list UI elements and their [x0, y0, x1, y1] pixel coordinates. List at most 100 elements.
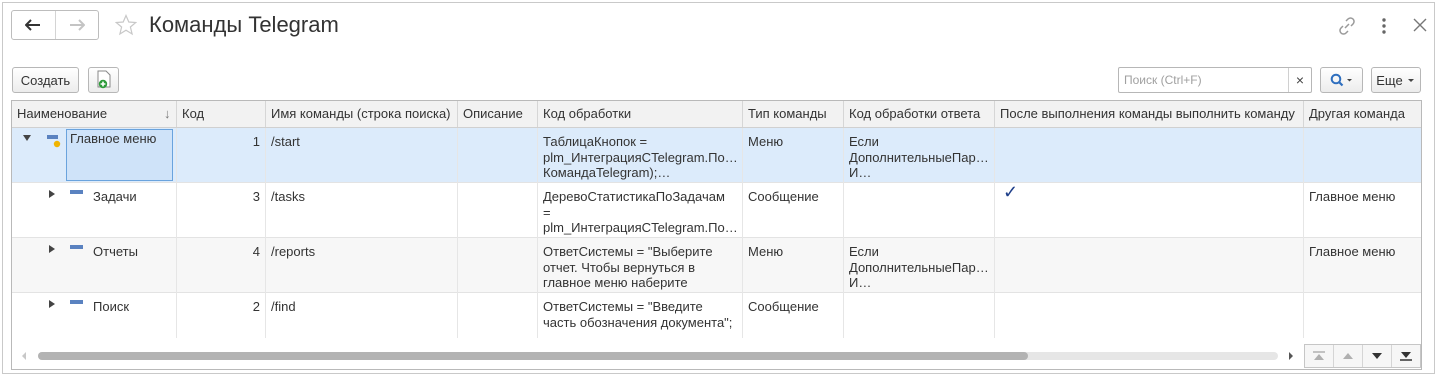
cell-name: Задачи — [12, 183, 177, 238]
favorite-star-icon[interactable] — [115, 14, 137, 36]
handler-line: ОтветСистемы = "Выберите — [543, 244, 713, 259]
table-row[interactable]: Отчеты 4 /reports ОтветСистемы = "Выбери… — [12, 238, 1421, 293]
cell-code: 4 — [177, 238, 266, 293]
page-title: Команды Telegram — [149, 12, 339, 37]
col-header-handler[interactable]: Код обработки — [538, 101, 743, 127]
cell-after — [995, 128, 1304, 183]
cell-description — [458, 183, 538, 238]
up-icon — [1343, 353, 1353, 359]
answer-line: Если — [849, 244, 879, 259]
scroll-left-icon[interactable] — [21, 351, 27, 361]
item-icon — [70, 300, 83, 304]
cell-name: Главное меню — [12, 128, 177, 183]
go-down-button[interactable] — [1362, 345, 1391, 367]
col-header-answer[interactable]: Код обработки ответа — [844, 101, 995, 127]
last-icon — [1400, 352, 1412, 361]
cell-handler: ДеревоСтатистикаПоЗадачам = plm_Интеграц… — [538, 183, 743, 238]
more-vertical-icon[interactable] — [1378, 17, 1390, 35]
col-header-after[interactable]: После выполнения команды выполнить коман… — [995, 101, 1304, 127]
forward-button[interactable] — [54, 11, 99, 39]
col-header-description[interactable]: Описание — [458, 101, 538, 127]
cell-answer — [844, 183, 995, 238]
table-row[interactable]: Поиск 2 /find ОтветСистемы = "Введите ча… — [12, 293, 1421, 338]
handler-line: отчет. Чтобы вернуться в — [543, 259, 695, 275]
cell-command: /tasks — [266, 183, 458, 238]
commands-table: Наименование ↓ Код Имя команды (строка по… — [11, 100, 1422, 370]
answer-line: И… — [849, 275, 872, 290]
search-icon — [1330, 73, 1352, 87]
handler-line: КомандаTelegram);… — [543, 165, 671, 180]
cell-handler: ОтветСистемы = "Введите часть обозначени… — [538, 293, 743, 338]
item-icon — [70, 245, 83, 249]
horizontal-scrollbar[interactable] — [38, 352, 1278, 360]
expand-arrow-icon[interactable] — [49, 300, 55, 308]
expand-arrow-icon[interactable] — [49, 190, 55, 198]
more-button[interactable]: Еще — [1371, 67, 1421, 93]
down-icon — [1372, 353, 1382, 359]
cell-after — [995, 238, 1304, 293]
sort-desc-icon: ↓ — [164, 106, 171, 121]
cell-other — [1304, 128, 1421, 183]
group-folder-icon — [47, 135, 61, 148]
cell-type: Сообщение — [743, 183, 844, 238]
cell-after — [995, 293, 1304, 338]
row-name: Главное меню — [70, 131, 157, 146]
answer-line: ДополнительныеПар… — [849, 259, 989, 275]
col-header-type[interactable]: Тип команды — [743, 101, 844, 127]
cell-command: /start — [266, 128, 458, 183]
col-header-command[interactable]: Имя команды (строка поиска) — [266, 101, 458, 127]
go-last-button[interactable] — [1391, 345, 1420, 367]
search-field[interactable]: × — [1118, 67, 1312, 93]
col-header-other[interactable]: Другая команда — [1304, 101, 1421, 127]
table-row[interactable]: Задачи 3 /tasks ДеревоСтатистикаПоЗадача… — [12, 183, 1421, 238]
cell-answer: Если ДополнительныеПар… И… — [844, 238, 995, 293]
search-input[interactable] — [1124, 72, 1284, 88]
cell-code: 1 — [177, 128, 266, 183]
search-button[interactable] — [1320, 67, 1363, 93]
cell-answer: Если ДополнительныеПар… И… — [844, 128, 995, 183]
cell-type: Сообщение — [743, 293, 844, 338]
handler-line: ТаблицаКнопок = — [543, 134, 648, 149]
scroll-right-icon[interactable] — [1288, 351, 1294, 361]
cell-command: /reports — [266, 238, 458, 293]
cell-name: Отчеты — [12, 238, 177, 293]
cell-handler: ТаблицаКнопок = plm_ИнтеграцияCTelegram.… — [538, 128, 743, 183]
row-name: Отчеты — [93, 244, 138, 259]
close-icon[interactable] — [1413, 18, 1427, 32]
item-icon — [70, 190, 83, 194]
cell-other — [1304, 293, 1421, 338]
collapse-arrow-icon[interactable] — [23, 135, 31, 141]
expand-arrow-icon[interactable] — [49, 245, 55, 253]
create-button[interactable]: Создать — [12, 67, 79, 93]
cell-after-checkmark: ✓ — [995, 183, 1304, 238]
col-header-code[interactable]: Код — [177, 101, 266, 127]
add-document-icon — [97, 70, 110, 89]
cell-name: Поиск — [12, 293, 177, 338]
scrollbar-thumb[interactable] — [38, 352, 1028, 360]
handler-line: главное меню наберите — [543, 275, 688, 290]
create-copy-button[interactable] — [88, 67, 119, 93]
cell-answer — [844, 293, 995, 338]
more-label: Еще — [1376, 72, 1403, 88]
cell-command: /find — [266, 293, 458, 338]
handler-line: plm_ИнтеграцияCTelegram.По… — [543, 220, 738, 235]
clear-search-button[interactable]: × — [1288, 68, 1311, 92]
answer-line: И… — [849, 165, 872, 180]
arrow-right-icon — [69, 19, 85, 31]
cell-code: 3 — [177, 183, 266, 238]
arrow-left-icon — [25, 19, 41, 31]
go-first-button[interactable] — [1305, 345, 1333, 367]
handler-line: часть обозначения документа"; — [543, 314, 733, 330]
cell-type: Меню — [743, 128, 844, 183]
cell-other: Главное меню — [1309, 244, 1396, 259]
history-nav — [11, 10, 99, 40]
go-up-button[interactable] — [1333, 345, 1362, 367]
cell-description — [458, 293, 538, 338]
answer-line: ДополнительныеПар… — [849, 149, 989, 165]
cell-handler: ОтветСистемы = "Выберите отчет. Чтобы ве… — [538, 238, 743, 293]
link-icon[interactable] — [1337, 16, 1357, 36]
col-header-name[interactable]: Наименование ↓ — [12, 101, 177, 127]
table-row[interactable]: Главное меню 1 /start ТаблицаКнопок = pl… — [12, 128, 1421, 183]
cell-code: 2 — [177, 293, 266, 338]
back-button[interactable] — [12, 11, 55, 39]
